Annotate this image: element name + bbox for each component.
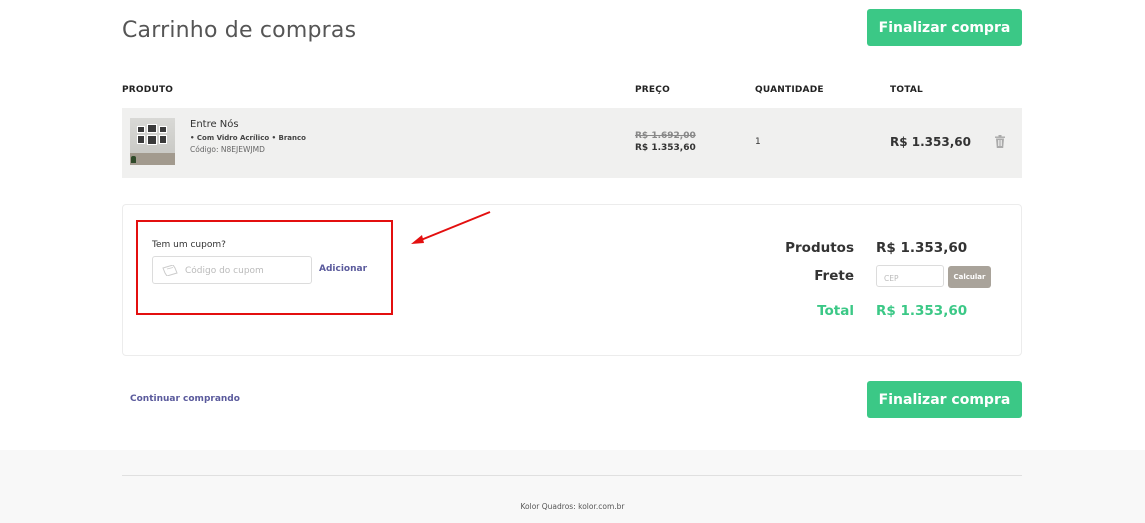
header-total: TOTAL	[890, 85, 923, 95]
total-value: R$ 1.353,60	[876, 303, 968, 319]
footer-divider	[122, 475, 1022, 476]
calculate-shipping-button[interactable]: Calcular	[948, 266, 991, 288]
shipping-label: Frete	[814, 268, 854, 284]
cart-item-row: Entre Nós • Com Vidro Acrílico • Branco …	[122, 108, 1022, 178]
checkout-button-bottom[interactable]: Finalizar compra	[867, 381, 1022, 418]
header-produto: PRODUTO	[122, 85, 174, 95]
products-label: Produtos	[785, 240, 854, 256]
quantity-value[interactable]: 1	[755, 137, 761, 147]
ticket-icon	[162, 265, 178, 276]
cep-field[interactable]	[876, 265, 944, 289]
product-variant: • Com Vidro Acrílico • Branco	[190, 134, 306, 142]
total-label: Total	[817, 303, 854, 319]
trash-icon[interactable]	[995, 135, 1005, 148]
checkout-button-top[interactable]: Finalizar compra	[867, 9, 1022, 46]
price-old: R$ 1.692,00	[635, 131, 696, 141]
products-value: R$ 1.353,60	[876, 240, 968, 256]
add-coupon-button[interactable]: Adicionar	[319, 264, 367, 274]
cep-input[interactable]	[877, 268, 943, 289]
product-thumbnail[interactable]	[130, 118, 175, 165]
coupon-field[interactable]	[152, 256, 312, 284]
arrow-annotation	[411, 211, 491, 244]
footer: Kolor Quadros: kolor.com.br	[0, 450, 1145, 523]
item-total: R$ 1.353,60	[890, 135, 971, 149]
header-preco: PREÇO	[635, 85, 670, 95]
footer-text: Kolor Quadros: kolor.com.br	[520, 502, 625, 511]
product-code: Código: N8EJEWJMD	[190, 145, 265, 154]
cart-page: Carrinho de compras Finalizar compra PRO…	[0, 0, 1145, 523]
header-quantidade: QUANTIDADE	[755, 85, 824, 95]
price-new: R$ 1.353,60	[635, 143, 696, 153]
page-title: Carrinho de compras	[122, 18, 357, 43]
coupon-input[interactable]	[185, 262, 305, 279]
product-name[interactable]: Entre Nós	[190, 119, 239, 130]
continue-shopping-link[interactable]: Continuar comprando	[130, 394, 240, 404]
coupon-label: Tem um cupom?	[152, 240, 226, 250]
